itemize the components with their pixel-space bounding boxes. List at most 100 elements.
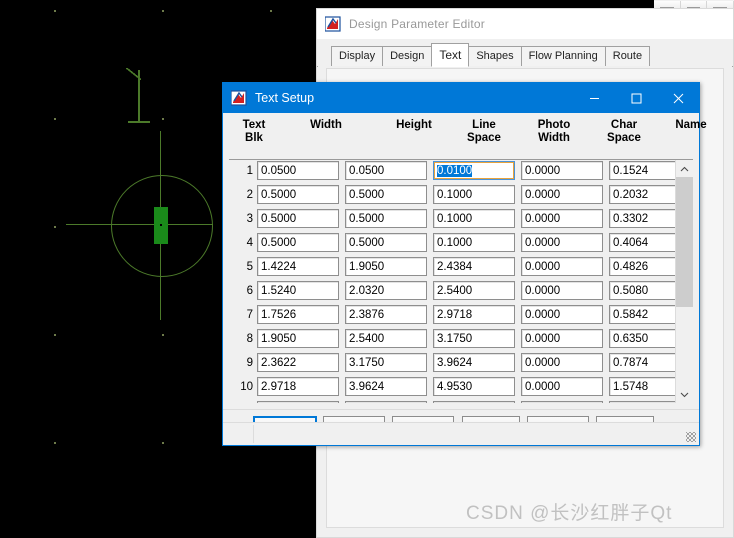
row-number: 2 [246, 189, 253, 201]
photowidth-input[interactable]: 0.0000 [521, 305, 603, 324]
linespace-input[interactable]: 2.9718 [433, 305, 515, 324]
column-header-width: Width [310, 119, 342, 131]
grid-dot [54, 334, 56, 336]
design-parameter-editor-titlebar[interactable]: Design Parameter Editor [317, 9, 733, 40]
chevron-down-icon[interactable] [676, 386, 693, 403]
linespace-input[interactable]: 0.0100 [433, 161, 515, 180]
row-number: 1 [246, 165, 253, 177]
linespace-input[interactable]: 0.1000 [433, 233, 515, 252]
photowidth-input[interactable]: 0.0000 [521, 161, 603, 180]
row-number: 5 [246, 261, 253, 273]
width-input[interactable]: 2.3622 [257, 353, 339, 372]
grid-vertical-scrollbar[interactable] [675, 160, 693, 403]
table-row[interactable]: 4 0.5000 0.5000 0.1000 0.0000 0.4064 [229, 232, 691, 256]
width-input[interactable]: 1.4224 [257, 257, 339, 276]
text-setup-client-area: Text Blk Width Height Line Space Photo Widt… [223, 113, 707, 445]
table-row[interactable]: 10 2.9718 3.9624 4.9530 0.0000 1.5748 [229, 376, 691, 400]
height-input[interactable]: 0.5000 [345, 185, 427, 204]
photowidth-input[interactable]: 0.0000 [521, 281, 603, 300]
height-input[interactable]: 0.0500 [345, 161, 427, 180]
width-input[interactable]: 0.5000 [257, 209, 339, 228]
screenshot-root: Design Parameter Editor Display Design T… [0, 0, 734, 538]
height-input[interactable]: 3.9624 [345, 377, 427, 396]
tab-flow-planning[interactable]: Flow Planning [520, 46, 606, 66]
scrollbar-thumb[interactable] [676, 177, 693, 307]
text-setup-dialog[interactable]: Text Setup Text Blk Width Height Line Sp… [222, 82, 707, 446]
linespace-input[interactable]: 5.5626 [433, 401, 515, 403]
photowidth-input[interactable]: 0.0000 [521, 329, 603, 348]
linespace-input[interactable]: 0.1000 [433, 185, 515, 204]
photowidth-input[interactable]: 0.0000 [521, 209, 603, 228]
photowidth-input[interactable]: 0.0000 [521, 401, 603, 403]
tab-shapes[interactable]: Shapes [468, 46, 522, 66]
tab-design[interactable]: Design [382, 46, 433, 66]
width-input[interactable]: 0.5000 [257, 233, 339, 252]
dialog-status-bar [223, 422, 699, 445]
height-input[interactable]: 0.5000 [345, 209, 427, 228]
width-input[interactable]: 1.5240 [257, 281, 339, 300]
linespace-input[interactable]: 3.1750 [433, 329, 515, 348]
height-input[interactable]: 2.5400 [345, 329, 427, 348]
text-block-grid[interactable]: 1 0.0500 0.0500 0.0100 0.0000 0.1524 2 0.5000 0.… [229, 160, 693, 403]
photowidth-input[interactable]: 0.0000 [521, 353, 603, 372]
linespace-input[interactable]: 3.9624 [433, 353, 515, 372]
grid-dot [162, 10, 164, 12]
column-header-name: Name [675, 119, 707, 131]
table-row[interactable]: 3 0.5000 0.5000 0.1000 0.0000 0.3302 [229, 208, 691, 232]
width-input[interactable]: 1.9050 [257, 329, 339, 348]
height-input[interactable]: 4.4450 [345, 401, 427, 403]
table-row[interactable]: 6 1.5240 2.0320 2.5400 0.0000 0.5080 [229, 280, 691, 304]
app-icon [324, 16, 341, 32]
table-row[interactable]: 2 0.5000 0.5000 0.1000 0.0000 0.2032 [229, 184, 691, 208]
table-row[interactable]: 8 1.9050 2.5400 3.1750 0.0000 0.6350 [229, 328, 691, 352]
design-parameter-editor-tabs[interactable]: Display Design Text Shapes Flow Planning… [317, 40, 733, 67]
width-input[interactable]: 3.3274 [257, 401, 339, 403]
linespace-input[interactable]: 4.9530 [433, 377, 515, 396]
grid-dot [162, 118, 164, 120]
height-input[interactable]: 3.1750 [345, 353, 427, 372]
linespace-input[interactable]: 2.5400 [433, 281, 515, 300]
maximize-button[interactable] [615, 83, 657, 113]
grid-column-headers: Text Blk Width Height Line Space Photo Widt… [229, 119, 707, 160]
table-row[interactable]: 5 1.4224 1.9050 2.4384 0.0000 0.4826 [229, 256, 691, 280]
height-input[interactable]: 2.0320 [345, 281, 427, 300]
text-setup-title: Text Setup [255, 91, 315, 105]
width-input[interactable]: 0.5000 [257, 185, 339, 204]
grid-dot [162, 442, 164, 444]
tab-display[interactable]: Display [331, 46, 384, 66]
text-setup-titlebar[interactable]: Text Setup [223, 83, 699, 113]
tab-text[interactable]: Text [431, 43, 470, 67]
row-number: 7 [246, 309, 253, 321]
chevron-up-icon[interactable] [676, 160, 693, 177]
design-parameter-editor-title: Design Parameter Editor [349, 17, 485, 31]
photowidth-input[interactable]: 0.0000 [521, 233, 603, 252]
tab-route[interactable]: Route [604, 46, 651, 66]
table-row[interactable]: 7 1.7526 2.3876 2.9718 0.0000 0.5842 [229, 304, 691, 328]
table-row[interactable]: 9 2.3622 3.1750 3.9624 0.0000 0.7874 [229, 352, 691, 376]
grid-dot [54, 226, 56, 228]
height-input[interactable]: 1.9050 [345, 257, 427, 276]
table-row[interactable]: 113.32744.44505.56260.00001.1176 [229, 400, 691, 403]
width-input[interactable]: 1.7526 [257, 305, 339, 324]
photowidth-input[interactable]: 0.0000 [521, 377, 603, 396]
grid-dot [162, 334, 164, 336]
close-button[interactable] [657, 83, 699, 113]
table-row[interactable]: 1 0.0500 0.0500 0.0100 0.0000 0.1524 [229, 160, 691, 184]
scrollbar-track[interactable] [676, 177, 693, 386]
width-input[interactable]: 0.0500 [257, 161, 339, 180]
row-number: 6 [246, 285, 253, 297]
row-number: 11 [229, 400, 253, 403]
app-icon [230, 90, 247, 106]
status-bar-separator [253, 425, 254, 443]
width-input[interactable]: 2.9718 [257, 377, 339, 396]
row-number: 9 [246, 357, 253, 369]
minimize-button[interactable] [573, 83, 615, 113]
photowidth-input[interactable]: 0.0000 [521, 185, 603, 204]
linespace-input[interactable]: 2.4384 [433, 257, 515, 276]
photowidth-input[interactable]: 0.0000 [521, 257, 603, 276]
resize-grip[interactable] [686, 432, 696, 442]
linespace-input[interactable]: 0.1000 [433, 209, 515, 228]
height-input[interactable]: 2.3876 [345, 305, 427, 324]
height-input[interactable]: 0.5000 [345, 233, 427, 252]
grid-dot [54, 442, 56, 444]
